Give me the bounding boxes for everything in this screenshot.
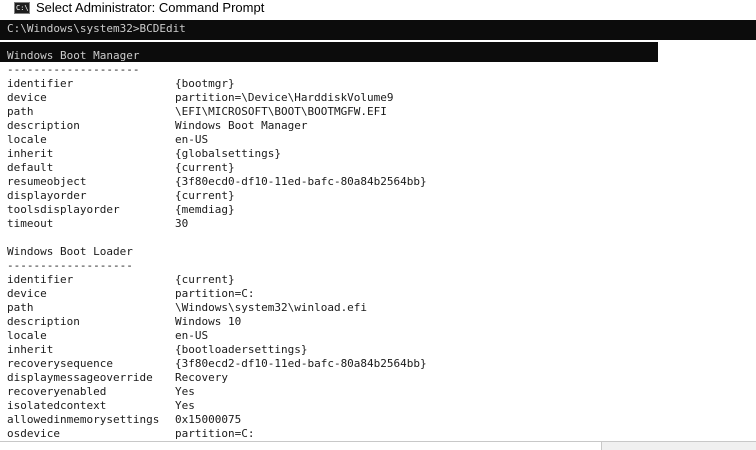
entry-value: en-US	[175, 133, 209, 146]
section-separator-boot-manager: --------------------	[7, 63, 140, 76]
entry-value: en-US	[175, 329, 209, 342]
horizontal-scrollbar[interactable]	[601, 441, 756, 450]
entry-key: allowedinmemorysettings	[7, 413, 160, 426]
entry-key: isolatedcontext	[7, 399, 107, 412]
console-bottom-edge	[0, 441, 601, 450]
section-separator-boot-loader: -------------------	[7, 259, 133, 272]
command-prompt-icon[interactable]: C:\	[14, 2, 30, 14]
entry-value: Windows 10	[175, 315, 242, 328]
entry-value: {globalsettings}	[175, 147, 281, 160]
entry-value: {current}	[175, 273, 235, 286]
entry-key: default	[7, 161, 54, 174]
entry-key: path	[7, 105, 34, 118]
entry-key: toolsdisplayorder	[7, 203, 120, 216]
entry-value: 0x15000075	[175, 413, 242, 426]
entry-key: osdevice	[7, 427, 60, 440]
entry-key: path	[7, 301, 34, 314]
entry-value: \EFI\MICROSOFT\BOOT\BOOTMGFW.EFI	[175, 105, 387, 118]
entry-value: Recovery	[175, 371, 228, 384]
command-line: C:\Windows\system32>BCDEdit	[7, 22, 186, 35]
entry-key: inherit	[7, 343, 54, 356]
entry-key: displayorder	[7, 189, 87, 202]
entry-key: timeout	[7, 217, 54, 230]
entry-key: inherit	[7, 147, 54, 160]
section-header-boot-manager: Windows Boot Manager	[7, 49, 140, 62]
entry-value: 30	[175, 217, 189, 230]
entry-value: {bootmgr}	[175, 77, 235, 90]
entry-value: partition=\Device\HarddiskVolume9	[175, 91, 394, 104]
entry-value: Windows Boot Manager	[175, 119, 308, 132]
entry-value: {3f80ecd0-df10-11ed-bafc-80a84b2564bb}	[175, 175, 427, 188]
entry-value: {current}	[175, 189, 235, 202]
entry-key: recoverysequence	[7, 357, 113, 370]
entry-key: identifier	[7, 273, 74, 286]
entry-key: device	[7, 287, 47, 300]
entry-value: Yes	[175, 385, 195, 398]
window-title: Select Administrator: Command Prompt	[36, 0, 265, 15]
entry-value: partition=C:	[175, 287, 255, 300]
entry-value: {bootloadersettings}	[175, 343, 308, 356]
entry-value: {memdiag}	[175, 203, 235, 216]
entry-value: \Windows\system32\winload.efi	[175, 301, 368, 314]
section-header-boot-loader: Windows Boot Loader	[7, 245, 133, 258]
entry-key: description	[7, 119, 80, 132]
entry-key: identifier	[7, 77, 74, 90]
window-titlebar[interactable]: C:\ Select Administrator: Command Prompt	[0, 0, 756, 20]
entry-value: partition=C:	[175, 427, 255, 440]
entry-key: locale	[7, 329, 47, 342]
entry-key: displaymessageoverride	[7, 371, 153, 384]
entry-key: recoveryenabled	[7, 385, 107, 398]
entry-key: description	[7, 315, 80, 328]
entry-key: locale	[7, 133, 47, 146]
console-output[interactable]: C:\Windows\system32>BCDEdit Windows Boot…	[0, 20, 756, 441]
entry-value: {3f80ecd2-df10-11ed-bafc-80a84b2564bb}	[175, 357, 427, 370]
entry-key: resumeobject	[7, 175, 87, 188]
entry-value: Yes	[175, 399, 195, 412]
entry-key: device	[7, 91, 47, 104]
entry-value: {current}	[175, 161, 235, 174]
